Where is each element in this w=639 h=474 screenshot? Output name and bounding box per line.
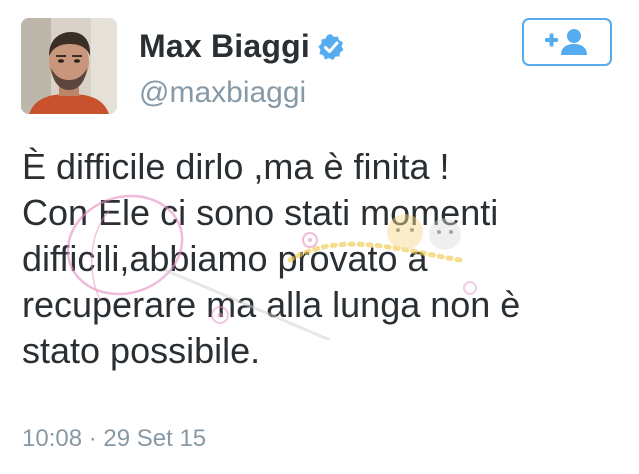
verified-badge-icon: [318, 34, 344, 60]
add-user-icon: [545, 29, 587, 55]
follow-button[interactable]: [522, 18, 612, 66]
tweet-card: Max Biaggi @maxbiaggi È difficile dirlo …: [0, 0, 639, 474]
user-handle[interactable]: @maxbiaggi: [139, 76, 306, 110]
tweet-text-line: recuperare ma alla lunga non è: [22, 284, 521, 325]
tweet-timestamp[interactable]: 10:08 · 29 Set 15: [22, 425, 206, 453]
avatar-photo: [21, 18, 117, 114]
tweet-text-line: Con Ele ci sono stati momenti: [22, 192, 499, 233]
tweet-text-line: È difficile dirlo ,ma è finita !: [22, 146, 450, 187]
avatar[interactable]: [21, 18, 117, 114]
tweet-text: È difficile dirlo ,ma è finita ! Con Ele…: [22, 144, 622, 374]
display-name[interactable]: Max Biaggi: [139, 28, 310, 64]
tweet-text-line: stato possibile.: [22, 330, 261, 371]
tweet-text-line: difficili,abbiamo provato a: [22, 238, 428, 279]
